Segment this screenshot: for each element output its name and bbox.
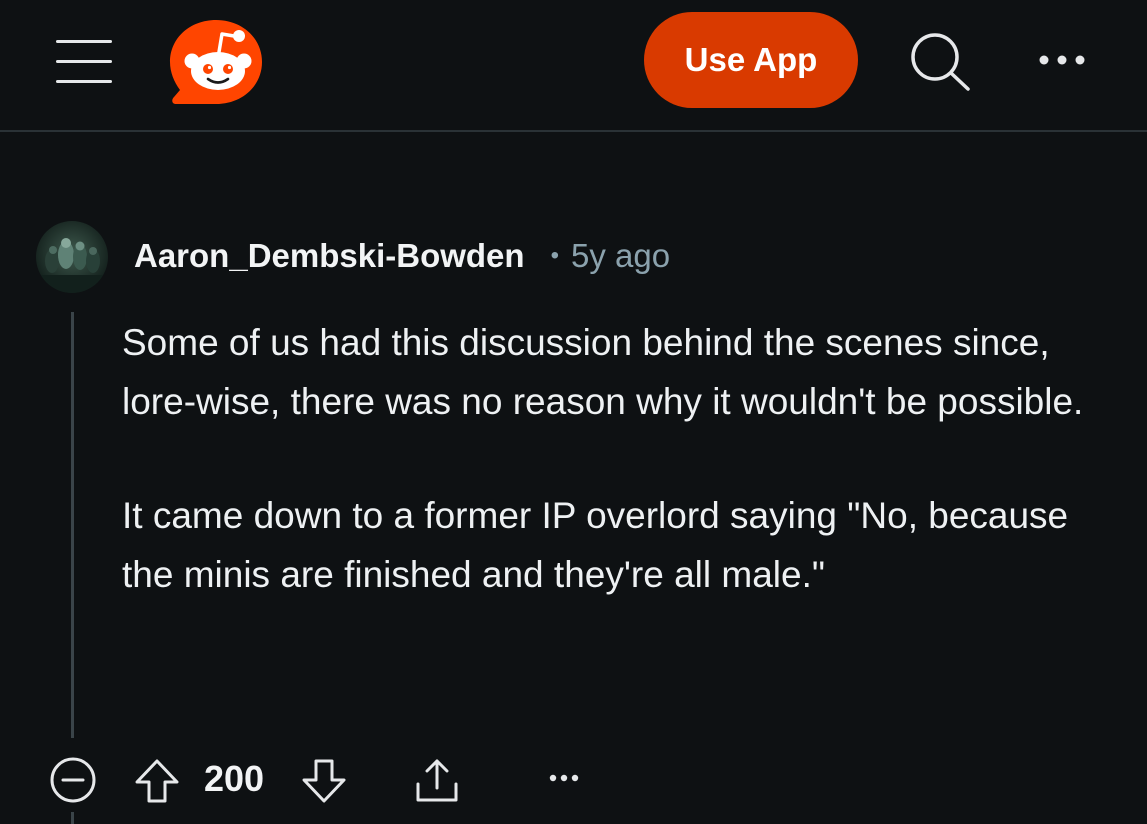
- meta-separator: •: [550, 242, 559, 269]
- collapse-thread-icon[interactable]: [49, 756, 97, 804]
- search-icon[interactable]: [906, 28, 974, 94]
- comment-body: Some of us had this discussion behind th…: [122, 313, 1112, 604]
- share-icon[interactable]: [412, 756, 462, 806]
- comment-more-options-icon[interactable]: [546, 766, 582, 790]
- vote-score: 200: [204, 758, 265, 799]
- comment-paragraph: It came down to a former IP overlord say…: [122, 495, 1069, 595]
- thread-line-continuation[interactable]: [71, 812, 74, 824]
- use-app-button[interactable]: Use App: [644, 12, 858, 108]
- thread-line[interactable]: [71, 312, 74, 738]
- downvote-icon[interactable]: [300, 757, 348, 805]
- author-username[interactable]: Aaron_Dembski-Bowden: [134, 237, 525, 275]
- hamburger-menu-icon[interactable]: [56, 38, 112, 86]
- more-options-icon[interactable]: [1034, 42, 1090, 78]
- reddit-logo-icon[interactable]: [166, 12, 266, 108]
- comment-timestamp: 5y ago: [570, 237, 671, 274]
- comment-paragraph: Some of us had this discussion behind th…: [122, 322, 1084, 422]
- top-app-bar: Use App: [0, 0, 1147, 132]
- author-avatar[interactable]: [36, 221, 108, 293]
- comment-meta: Aaron_Dembski-Bowden • 5y ago: [134, 234, 670, 278]
- upvote-icon[interactable]: [133, 757, 181, 805]
